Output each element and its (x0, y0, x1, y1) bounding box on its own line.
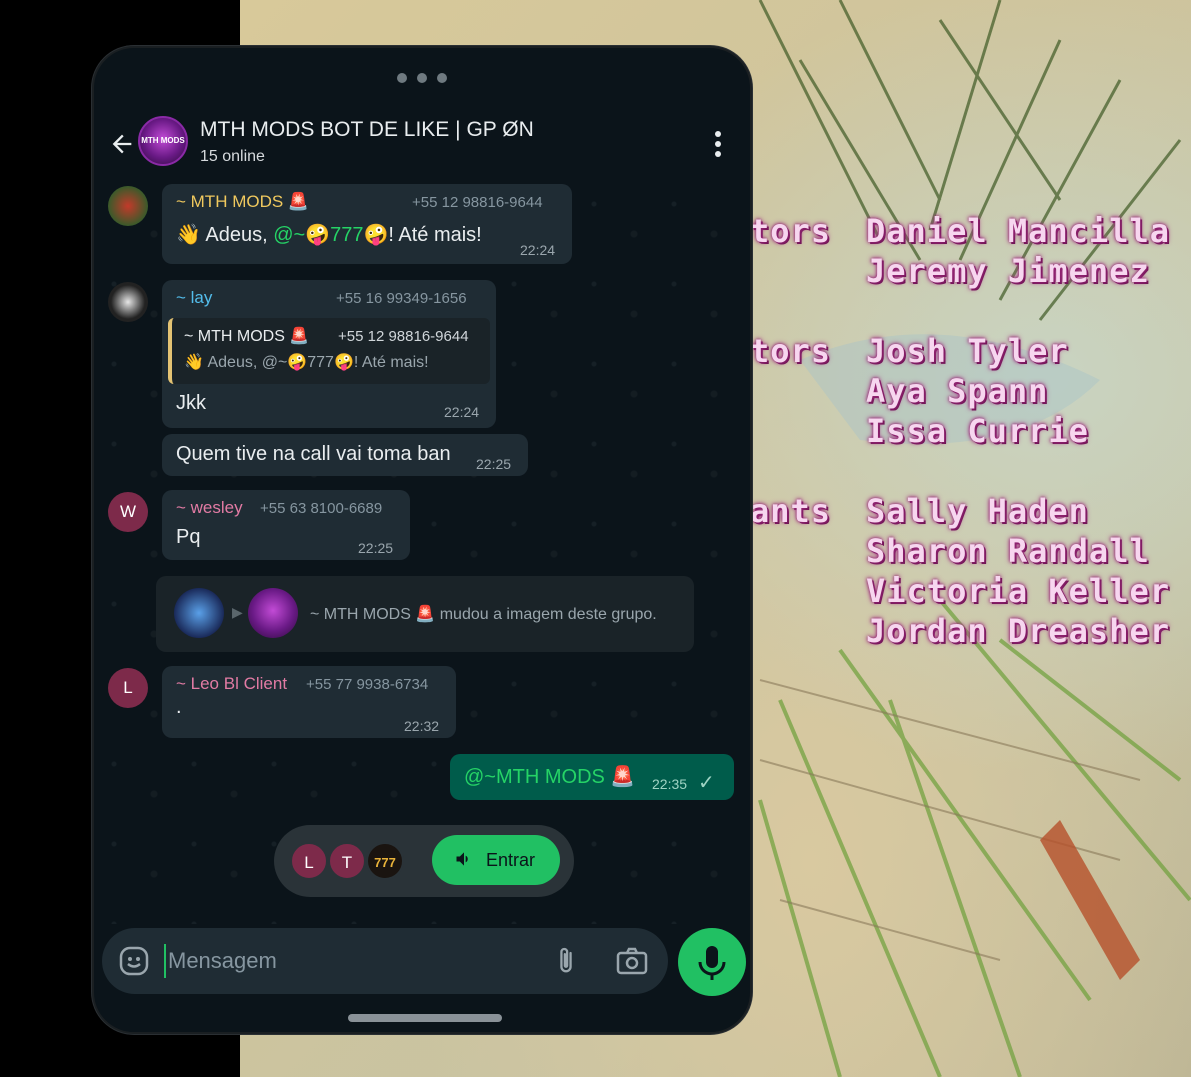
system-event-actor[interactable]: ~ MTH MODS 🚨 (310, 606, 435, 623)
avatar[interactable] (108, 186, 148, 226)
credits-role-3: ants (750, 492, 832, 530)
quoted-phone: +55 12 98816-9644 (338, 328, 469, 345)
avatar[interactable] (108, 282, 148, 322)
more-options-icon[interactable] (708, 130, 728, 160)
system-event-text: ~ MTH MODS 🚨 mudou a imagem deste grupo. (310, 604, 657, 624)
credits-name: Sally Haden (866, 492, 1089, 530)
avatar[interactable]: W (108, 492, 148, 532)
sender-name[interactable]: ~ wesley (176, 498, 243, 518)
microphone-icon (698, 946, 726, 980)
message-bubble[interactable]: Quem tive na call vai toma ban 22:25 (162, 434, 528, 476)
sender-phone: +55 12 98816-9644 (412, 194, 543, 211)
sender-name[interactable]: ~ lay (176, 288, 212, 308)
participant-avatar: 777 (366, 842, 404, 880)
new-group-image[interactable] (248, 588, 298, 638)
window-handle[interactable] (94, 70, 750, 88)
message-time: 22:32 (404, 718, 440, 734)
sent-check-icon: ✓ (698, 772, 715, 794)
credits-role-1: tors (750, 212, 832, 250)
credits-name: Daniel Mancilla (866, 212, 1170, 250)
message-text: . (176, 696, 182, 718)
group-image-changed-event[interactable]: ▶ ~ MTH MODS 🚨 mudou a imagem deste grup… (156, 576, 694, 652)
message-composer (102, 928, 668, 994)
message-bubble[interactable]: ~ MTH MODS 🚨 +55 12 98816-9644 👋 Adeus, … (162, 184, 572, 264)
message-time: 22:25 (476, 456, 512, 472)
message-text: Quem tive na call vai toma ban (176, 443, 451, 465)
group-avatar[interactable]: MTH MODS (138, 116, 188, 166)
join-voice-button[interactable]: Entrar (432, 835, 560, 885)
quoted-text: 👋 Adeus, @~🤪777🤪! Até mais! (184, 354, 429, 371)
credits-role-2: tors (750, 332, 832, 370)
chat-area[interactable]: ~ MTH MODS 🚨 +55 12 98816-9644 👋 Adeus, … (94, 184, 750, 924)
credits-name: Jeremy Jimenez (866, 252, 1150, 290)
participant-avatar: T (328, 842, 366, 880)
system-event-action: mudou a imagem deste grupo. (439, 606, 657, 623)
camera-icon[interactable] (616, 947, 648, 975)
microphone-button[interactable] (678, 928, 746, 996)
message-text: 👋 Adeus, @~🤪777🤪! Até mais! (176, 222, 482, 247)
back-arrow-icon[interactable] (104, 126, 140, 162)
chat-header: MTH MODS MTH MODS BOT DE LIKE | GP ØN 15… (94, 108, 750, 182)
quoted-message[interactable]: ~ MTH MODS 🚨 +55 12 98816-9644 👋 Adeus, … (168, 318, 490, 384)
outgoing-message-bubble[interactable]: @~MTH MODS 🚨 22:35 ✓ (450, 754, 734, 800)
message-time: 22:35 (652, 776, 688, 792)
participant-avatar: L (290, 842, 328, 880)
mention-link[interactable]: @~🤪777 (273, 224, 363, 246)
message-text: Pq (176, 526, 201, 548)
chevron-right-icon: ▶ (232, 604, 243, 620)
message-text-prefix: 👋 Adeus, (176, 224, 274, 246)
sticker-icon[interactable] (118, 945, 150, 977)
whatsapp-window: MTH MODS MTH MODS BOT DE LIKE | GP ØN 15… (92, 46, 752, 1034)
credits-name: Jordan Dreasher (866, 612, 1170, 650)
message-bubble[interactable]: ~ Leo Bl Client +55 77 9938-6734 . 22:32 (162, 666, 456, 738)
credits-name: Josh Tyler (866, 332, 1069, 370)
online-count: 15 online (200, 148, 265, 165)
attach-icon[interactable] (552, 945, 580, 977)
sender-name[interactable]: ~ MTH MODS 🚨 (176, 192, 309, 212)
avatar[interactable]: L (108, 668, 148, 708)
sender-name[interactable]: ~ Leo Bl Client (176, 674, 287, 694)
message-bubble[interactable]: ~ wesley +55 63 8100-6689 Pq 22:25 (162, 490, 410, 560)
outgoing-mention[interactable]: @~MTH MODS 🚨 (464, 764, 635, 789)
message-time: 22:25 (358, 540, 394, 556)
message-input[interactable] (164, 944, 534, 978)
message-time: 22:24 (444, 404, 480, 420)
credits-name: Victoria Keller (866, 572, 1170, 610)
speaker-icon (454, 849, 474, 874)
join-voice-label: Entrar (486, 850, 536, 870)
voice-chat-bar[interactable]: L T 777 Entrar (274, 825, 574, 897)
message-text: Jkk (176, 392, 206, 414)
message-bubble[interactable]: ~ lay +55 16 99349-1656 ~ MTH MODS 🚨 +55… (162, 280, 496, 428)
credits-name: Aya Spann (866, 372, 1049, 410)
sender-phone: +55 63 8100-6689 (260, 500, 383, 517)
sender-phone: +55 77 9938-6734 (306, 676, 429, 693)
message-text-suffix: 🤪! Até mais! (363, 224, 482, 246)
credits-name: Issa Currie (866, 412, 1089, 450)
quoted-sender: ~ MTH MODS 🚨 (184, 328, 310, 345)
credits-name: Sharon Randall (866, 532, 1150, 570)
message-time: 22:24 (520, 242, 556, 258)
sender-phone: +55 16 99349-1656 (336, 290, 467, 307)
old-group-image[interactable] (174, 588, 224, 638)
home-indicator[interactable] (348, 1014, 502, 1022)
group-title[interactable]: MTH MODS BOT DE LIKE | GP ØN (200, 118, 534, 142)
